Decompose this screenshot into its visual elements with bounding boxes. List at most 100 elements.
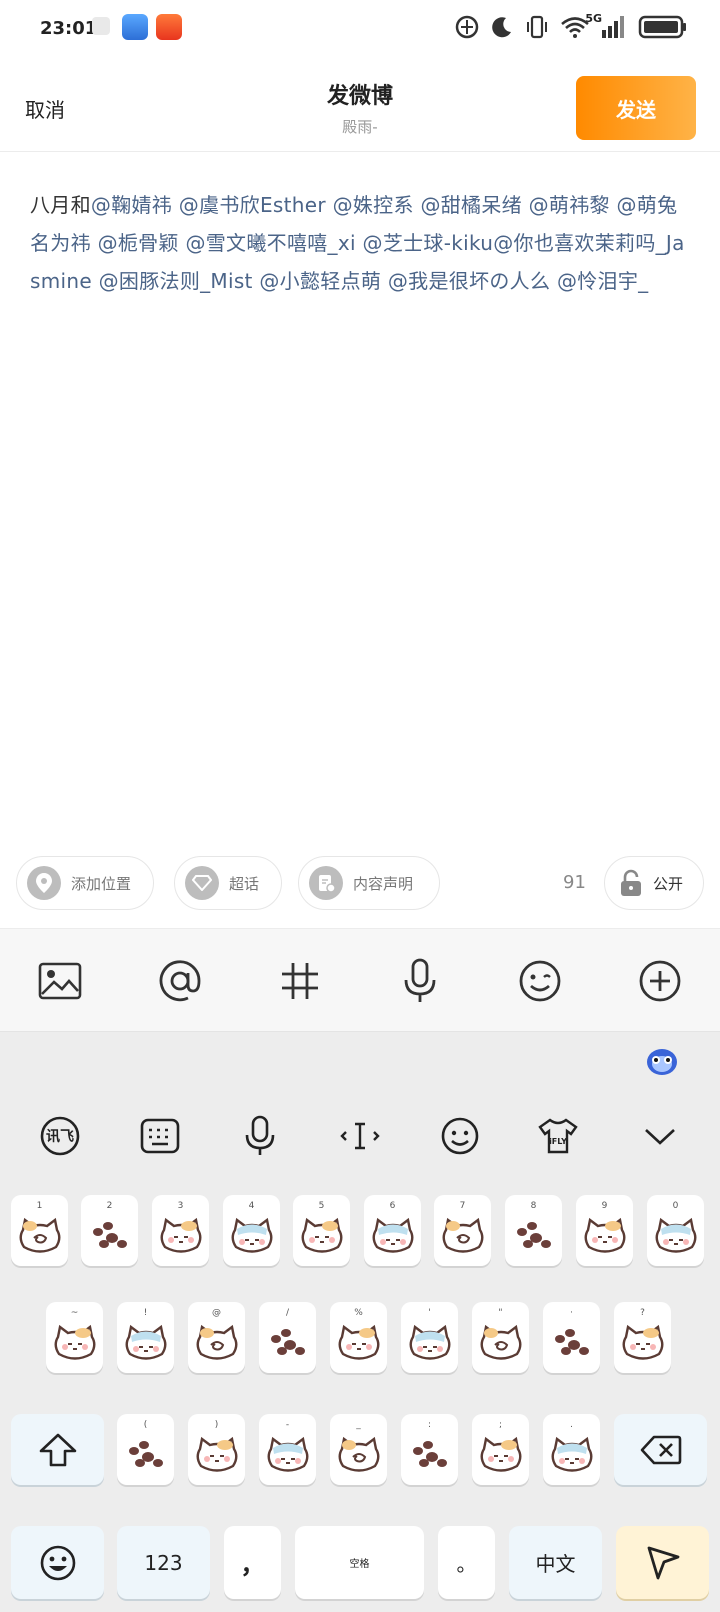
data-saver-icon [455, 15, 479, 39]
visibility-button[interactable]: 公开 [604, 856, 704, 910]
key[interactable]: 9 [576, 1195, 633, 1266]
key-hint: ! [143, 1308, 148, 1318]
signal-icon [602, 16, 624, 38]
key[interactable]: ; [472, 1414, 529, 1485]
more-button[interactable] [634, 955, 686, 1007]
cat-face-icon [584, 1218, 625, 1253]
key[interactable]: : [401, 1414, 458, 1485]
key[interactable]: . [543, 1414, 600, 1485]
paw-print-icon [516, 1222, 551, 1249]
key[interactable]: @ [188, 1302, 245, 1373]
key[interactable]: ' [401, 1302, 458, 1373]
hashtag-icon [282, 963, 318, 999]
emoji-button[interactable] [514, 955, 566, 1007]
key[interactable]: 4 [223, 1195, 280, 1266]
shift-key[interactable] [11, 1414, 104, 1485]
compose-toolbar [0, 928, 720, 1032]
paw-print-icon [554, 1329, 589, 1356]
emoji-key[interactable] [11, 1526, 104, 1599]
location-pin-icon [27, 866, 61, 900]
collapse-keyboard-button[interactable] [634, 1110, 686, 1162]
status-bar: 23:01 5G [0, 0, 720, 56]
mention: @姝控系 [332, 193, 414, 217]
mention-button[interactable] [154, 955, 206, 1007]
comma-key[interactable]: ， [224, 1526, 281, 1599]
key[interactable]: / [259, 1302, 316, 1373]
key[interactable]: ( [117, 1414, 174, 1485]
cat-face-icon [160, 1218, 201, 1253]
status-time: 23:01 [40, 18, 98, 39]
key[interactable]: 0 [647, 1195, 704, 1266]
key[interactable]: 3 [152, 1195, 209, 1266]
keyboard-layout-button[interactable] [134, 1110, 186, 1162]
ifly-logo-icon: 讯飞 [40, 1116, 80, 1156]
key[interactable]: - [259, 1414, 316, 1485]
voice-input-button[interactable] [234, 1110, 286, 1162]
cat-face-icon [409, 1325, 450, 1360]
numbers-key[interactable]: 123 [117, 1526, 210, 1599]
add-location-button[interactable]: 添加位置 [16, 856, 154, 910]
space-key[interactable]: 空格 [295, 1526, 424, 1599]
key[interactable]: 7 [434, 1195, 491, 1266]
key-hint: _ [356, 1420, 361, 1430]
voice-button[interactable] [394, 955, 446, 1007]
key-hint: ~ [70, 1308, 79, 1318]
key[interactable]: ~ [46, 1302, 103, 1373]
backspace-key[interactable] [614, 1414, 707, 1485]
content-declaration-label: 内容声明 [353, 874, 414, 893]
key[interactable]: 1 [11, 1195, 68, 1266]
key[interactable]: · [543, 1302, 600, 1373]
image-icon [38, 962, 82, 1000]
cat-face-icon [480, 1437, 521, 1472]
paw-print-icon [412, 1441, 447, 1468]
key[interactable]: ! [117, 1302, 174, 1373]
language-switch-key[interactable]: 中文 [509, 1526, 602, 1599]
assistant-mascot-icon[interactable] [644, 1046, 680, 1078]
content-declaration-button[interactable]: 内容声明 [298, 856, 440, 910]
key-hint: 2 [106, 1201, 113, 1211]
super-topic-button[interactable]: 超话 [174, 856, 282, 910]
cat-face-icon [338, 1325, 379, 1360]
key[interactable]: 2 [81, 1195, 138, 1266]
key[interactable]: " [472, 1302, 529, 1373]
mention: @雪文曦不嘻嘻_xi [185, 231, 356, 255]
key[interactable]: ) [188, 1414, 245, 1485]
keyboard-layout-icon [140, 1118, 180, 1154]
hashtag-button[interactable] [274, 955, 326, 1007]
mention: @鞠婧祎 [90, 193, 173, 217]
cat-face-icon [372, 1218, 413, 1253]
cat-face-icon [54, 1325, 95, 1360]
key-hint: - [285, 1420, 290, 1430]
image-button[interactable] [34, 955, 86, 1007]
theme-button[interactable]: iFLY [532, 1110, 584, 1162]
notes-app-icon [122, 14, 148, 40]
key-hint: " [498, 1308, 503, 1318]
ifly-logo-button[interactable]: 讯飞 [34, 1110, 86, 1162]
cat-face-icon [551, 1437, 592, 1472]
compose-textarea[interactable]: 八月和@鞠婧祎 @虞书欣Esther @姝控系 @甜橘呆绪 @萌祎黎 @萌兔名为… [30, 186, 690, 300]
mention: @我是很坏の人么 [387, 269, 551, 293]
key-hint: 9 [601, 1201, 608, 1211]
enter-key[interactable] [616, 1526, 709, 1599]
key[interactable]: 5 [293, 1195, 350, 1266]
mention: @小懿轻点萌 [259, 269, 382, 293]
send-button[interactable]: 发送 [576, 76, 696, 140]
cursor-icon [340, 1122, 380, 1150]
theme-shirt-icon: iFLY [538, 1118, 578, 1154]
key-hint: @ [212, 1308, 221, 1318]
key-hint: 0 [672, 1201, 679, 1211]
key[interactable]: % [330, 1302, 387, 1373]
keyboard-emoji-button[interactable] [434, 1110, 486, 1162]
wifi-icon [561, 17, 589, 38]
key[interactable]: 8 [505, 1195, 562, 1266]
key[interactable]: _ [330, 1414, 387, 1485]
key[interactable]: 6 [364, 1195, 421, 1266]
key[interactable]: ? [614, 1302, 671, 1373]
theme-label: iFLY [549, 1137, 567, 1146]
do-not-disturb-moon-icon [492, 17, 511, 38]
soft-keyboard: 讯飞 iFLY 1 2 3 4 5 6 7 8 9 0 ~ ! @ / % ' … [0, 1032, 720, 1612]
cursor-button[interactable] [334, 1110, 386, 1162]
period-key[interactable]: 。 [438, 1526, 495, 1599]
mention: @栀骨颖 [97, 231, 179, 255]
key-hint: 3 [177, 1201, 184, 1211]
